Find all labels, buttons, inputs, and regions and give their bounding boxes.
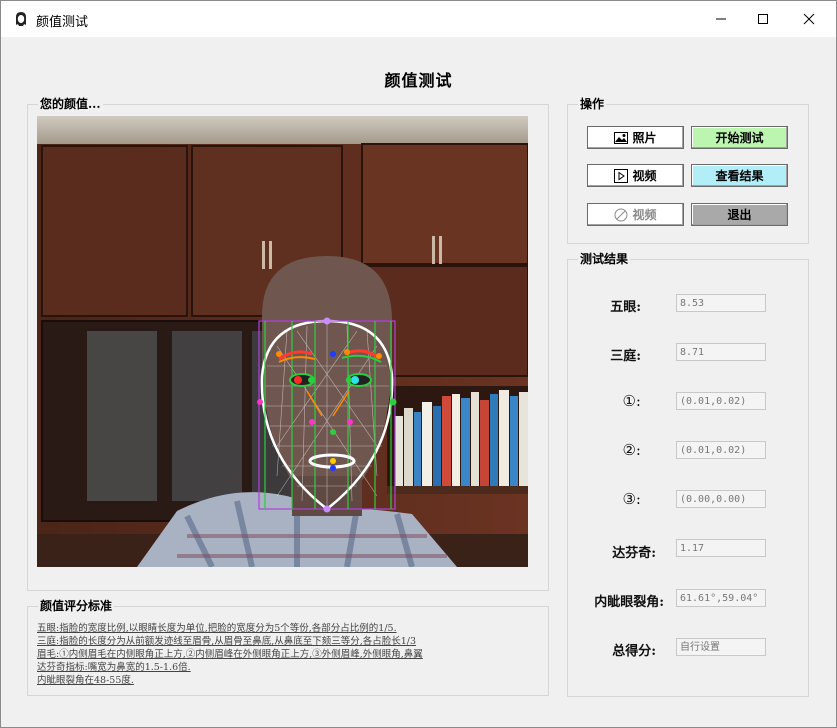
result-label-davinci: 达芬奇: (612, 546, 656, 561)
standard-line-wuyan: 五眼:指脸的宽度比例,以眼睛长度为单位,把脸的宽度分为5个等份,各部分占比例的1… (37, 623, 397, 634)
exit-button[interactable]: 退出 (691, 203, 788, 226)
standards-text: 五眼:指脸的宽度比例,以眼睛长度为单位,把脸的宽度分为5个等份,各部分占比例的1… (37, 622, 529, 687)
view-results-button[interactable]: 查看结果 (691, 164, 788, 187)
result-label-total-score: 总得分: (612, 644, 656, 659)
result-field-davinci[interactable]: 1.17 (676, 539, 766, 557)
actions-group-label: 操作 (578, 96, 607, 112)
stop-video-button[interactable]: 视频 (587, 203, 684, 226)
minimize-button[interactable] (698, 1, 744, 37)
photo-button[interactable]: 照片 (587, 126, 684, 149)
standard-line-davinci: 达芬奇指标:嘴宽为鼻宽的1.5-1.6倍. (37, 662, 191, 673)
maximize-button[interactable] (740, 1, 786, 37)
face-icon (16, 12, 26, 26)
photo-button-label: 照片 (632, 131, 657, 145)
results-group-label: 测试结果 (578, 251, 631, 267)
standard-line-canthal: 内眦眼裂角在48-55度. (37, 675, 134, 686)
minimize-icon (716, 18, 726, 20)
exit-button-label: 退出 (727, 208, 752, 222)
result-label-brow-3: ③: (622, 490, 641, 508)
start-test-button[interactable]: 开始测试 (691, 126, 788, 149)
maximize-icon (758, 14, 768, 24)
result-label-brow-2: ②: (622, 441, 641, 459)
result-label-canthal-angle: 内眦眼裂角: (594, 595, 664, 610)
result-field-santing[interactable]: 8.71 (676, 343, 766, 361)
result-label-santing: 三庭: (610, 349, 641, 364)
result-field-wuyan[interactable]: 8.53 (676, 294, 766, 312)
result-field-brow-1[interactable]: (0.01,0.02) (676, 392, 766, 410)
standards-group-label: 颜值评分标准 (38, 598, 115, 614)
results-group: 测试结果 (567, 251, 809, 697)
stop-video-button-label: 视频 (632, 208, 657, 222)
window-title: 颜值测试 (36, 15, 89, 30)
result-field-total-score[interactable]: 自行设置 (676, 638, 766, 656)
result-label-brow-1: ①: (622, 392, 641, 410)
image-icon (614, 131, 629, 144)
close-icon (803, 13, 815, 25)
close-button[interactable] (786, 1, 832, 37)
no-video-icon (614, 208, 628, 221)
page-title: 颜值测试 (384, 71, 453, 90)
result-field-brow-2[interactable]: (0.01,0.02) (676, 441, 766, 459)
start-test-button-label: 开始测试 (715, 131, 764, 145)
face-photo (37, 116, 528, 567)
video-play-icon (614, 168, 629, 183)
result-field-brow-3[interactable]: (0.00,0.00) (676, 490, 766, 508)
title-bar: 颜值测试 (1, 1, 836, 37)
app-window: 颜值测试 颜值测试 您的颜值... 操作 照片 开始测试 视频 查看结果 视频 … (0, 0, 837, 728)
result-field-canthal-angle[interactable]: 59.04°,61.61° (676, 589, 766, 607)
photo-group-label: 您的颜值... (38, 96, 103, 112)
standard-line-eyebrow: 眉毛:①内侧眉毛在内侧眼角正上方,②内侧眉峰在外侧眼角正上方,③外侧眉峰,外侧眼… (37, 649, 423, 660)
result-label-wuyan: 五眼: (610, 300, 641, 315)
view-results-button-label: 查看结果 (715, 169, 764, 183)
standard-line-santing: 三庭:指脸的长度分为从前额发迹线至眉骨,从眉骨至鼻底,从鼻底至下颏三等分,各占脸… (37, 636, 417, 647)
face-landmark-image (37, 116, 528, 567)
video-button-label: 视频 (632, 169, 657, 183)
video-button[interactable]: 视频 (587, 164, 684, 187)
